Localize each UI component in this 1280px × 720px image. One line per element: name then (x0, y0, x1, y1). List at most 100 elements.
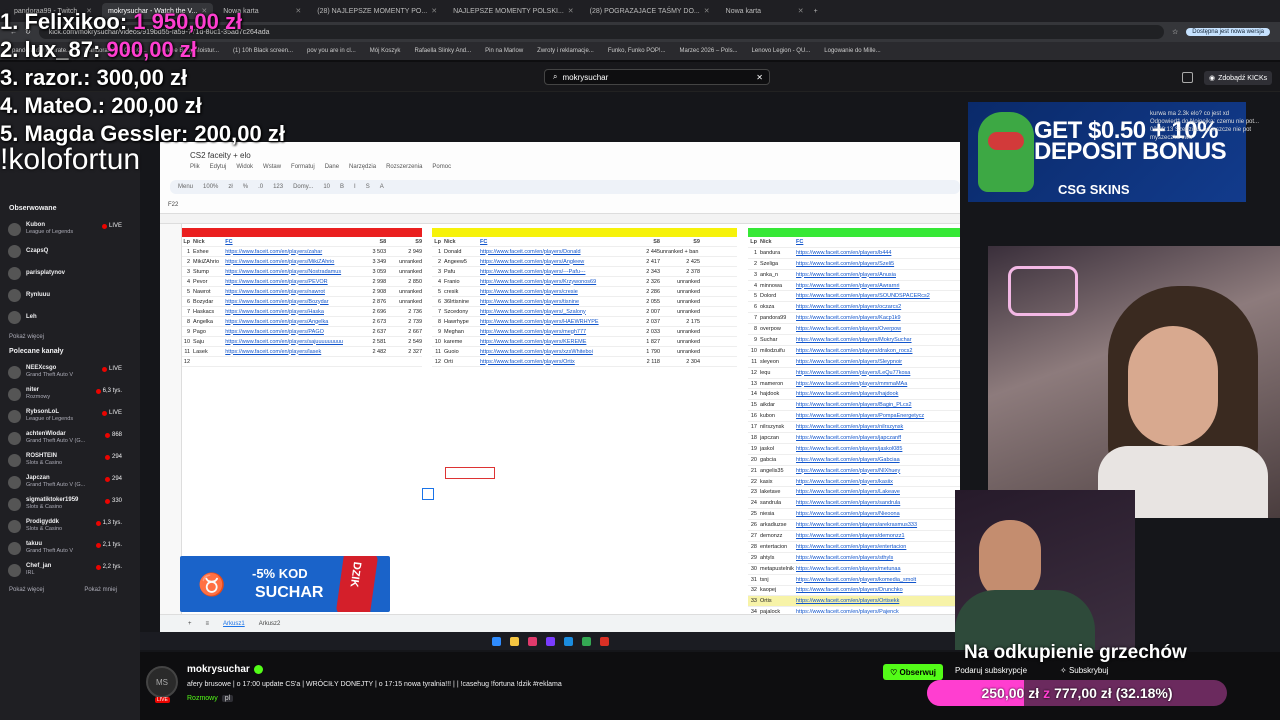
show-less-link[interactable]: Pokaż mniej (84, 587, 117, 593)
recommended-item[interactable]: Japczan Grand Theft Auto V (G... 294 (0, 471, 140, 493)
cell-link[interactable]: https://www.faceit.com/en/players/Anglee… (480, 259, 630, 265)
add-sheet-icon[interactable]: + (188, 621, 192, 627)
cell-link[interactable]: https://www.faceit.com/en/players/PEVOR (225, 279, 359, 285)
cell-link[interactable]: https://www.faceit.com/en/players/megh77… (480, 329, 630, 335)
cell-link[interactable]: https://www.faceit.com/en/players/Gabcia… (796, 457, 946, 463)
cell-link[interactable]: https://www.faceit.com/en/players/sandru… (796, 500, 946, 506)
cell-link[interactable]: https://www.faceit.com/en/players/nilrsz… (796, 424, 946, 430)
bookmark-item[interactable]: Marzec 2026 – Pols... (680, 48, 738, 54)
cell-link[interactable]: https://www.faceit.com/en/players/lasek (225, 349, 359, 355)
cell-link[interactable]: https://www.faceit.com/en/players/cresie (480, 289, 630, 295)
cell-link[interactable]: https://www.faceit.com/en/players/Awrarn… (796, 283, 946, 289)
cell-link[interactable]: https://www.faceit.com/en/players/komedi… (796, 577, 946, 583)
bookmark-item[interactable]: Lenovo Legion - QU... (752, 48, 811, 54)
toolbar-item[interactable]: Menu (178, 184, 193, 190)
cell-link[interactable]: https://www.faceit.com/en/players/entert… (796, 544, 946, 550)
kicks-button[interactable]: ◉ Zdobądź KICKs (1204, 71, 1273, 85)
following-item[interactable]: Rynluuu (0, 284, 140, 306)
cell-link[interactable]: https://www.faceit.com/en/players/SOUNDS… (796, 293, 946, 299)
cell-link[interactable]: https://www.faceit.com/en/players/kasiix (796, 479, 946, 485)
show-more-recommended-link[interactable]: Pokaż więcej (9, 587, 44, 593)
recommended-item[interactable]: niter Rozmowy 6,3 tys. (0, 383, 140, 405)
toolbar-item[interactable]: zł (228, 184, 232, 190)
cell-link[interactable]: https://www.faceit.com/en/players/NIXhue… (796, 468, 946, 474)
bookmark-item[interactable]: Mój Koszyk (370, 48, 401, 54)
update-badge[interactable]: Dostępna jest nowa wersja (1186, 28, 1270, 36)
grid-icon[interactable] (1182, 72, 1193, 83)
cell-link[interactable]: https://www.faceit.com/en/players/demonz… (796, 533, 946, 539)
cell-link[interactable]: https://www.faceit.com/en/players/Angelk… (225, 319, 359, 325)
bookmark-item[interactable]: pov you are in cl... (307, 48, 356, 54)
cell-link[interactable]: https://www.faceit.com/en/players/Nostra… (225, 269, 359, 275)
browser-tab[interactable]: (28) POGRAZAJACE TAŚMY DO... ✕ (584, 3, 716, 19)
cell-link[interactable]: https://www.faceit.com/en/players/Anusia (796, 272, 946, 278)
cell-link[interactable]: https://www.faceit.com/en/players/Donald (480, 249, 630, 255)
stream-category[interactable]: Rozmowy (187, 695, 218, 702)
close-icon[interactable]: ✕ (756, 73, 763, 82)
bookmark-item[interactable]: Funko, Funko POP!... (608, 48, 666, 54)
cell-link[interactable]: https://www.faceit.com/en/players/Ortix (480, 359, 630, 365)
recommended-item[interactable]: sigmatiktoker1959 Slots & Casino 330 (0, 493, 140, 515)
browser-tab[interactable]: NAJLEPSZE MOMENTY POLSKI... ✕ (447, 3, 580, 19)
menu-item[interactable]: Narzędzia (349, 164, 376, 170)
cell-link[interactable]: https://www.faceit.com/en/players/zahar (225, 249, 359, 255)
toolbar-item[interactable]: Domy... (293, 184, 313, 190)
cell-link[interactable]: https://www.faceit.com/en/players/Krzywo… (480, 279, 630, 285)
following-item[interactable]: Kubon League of Legends LIVE (0, 218, 140, 240)
new-tab-icon[interactable]: + (814, 8, 818, 15)
cell-link[interactable]: https://www.faceit.com/en/players/MokryS… (796, 337, 946, 343)
cell-link[interactable]: https://www.faceit.com/en/players/Bozyda… (225, 299, 359, 305)
close-icon[interactable]: ✕ (798, 7, 804, 15)
cell-link[interactable]: https://www.faceit.com/en/players/_Szalo… (480, 309, 630, 315)
bookmark-item[interactable]: Zwroty i reklamacje... (537, 48, 594, 54)
cell-link[interactable]: https://www.faceit.com/en/players/PAGO (225, 329, 359, 335)
star-icon[interactable]: ☆ (1172, 28, 1178, 36)
toolbar-item[interactable]: S (366, 184, 370, 190)
bookmark-item[interactable]: Rafaella Slinky And... (414, 48, 471, 54)
following-item[interactable]: Leh (0, 306, 140, 328)
cell-link[interactable]: https://www.faceit.com/en/players/Kacp1k… (796, 315, 946, 321)
cell-link[interactable]: https://www.faceit.com/en/players/arekra… (796, 522, 946, 528)
cell-link[interactable]: https://www.faceit.com/en/players/tisnin… (480, 299, 630, 305)
cell-link[interactable]: https://www.faceit.com/en/players/sthyls (796, 555, 946, 561)
channel-avatar[interactable]: MS (146, 666, 178, 698)
close-icon[interactable]: ✕ (568, 7, 574, 15)
gift-sub-button[interactable]: Podaruj subskrypcje (955, 666, 1027, 675)
cell-link[interactable]: https://www.faceit.com/en/players/sajuuu… (225, 339, 359, 345)
cell-link[interactable]: https://www.faceit.com/en/players/xzsWhi… (480, 349, 630, 355)
toolbar-item[interactable]: A (380, 184, 384, 190)
subscribe-button[interactable]: ✧ Subskrybuj (1060, 666, 1109, 675)
recommended-item[interactable]: Chef_jan IRL 2,2 tys. (0, 559, 140, 581)
cell-link[interactable]: https://www.faceit.com/en/players/nawrot (225, 289, 359, 295)
cell-link[interactable]: https://www.faceit.com/en/players/metuna… (796, 566, 946, 572)
close-icon[interactable]: ✕ (431, 7, 437, 15)
close-icon[interactable]: ✕ (704, 7, 710, 15)
search-input[interactable]: ⌕ mokrysuchar ✕ (544, 69, 770, 85)
cell-link[interactable]: https://www.faceit.com/en/players/hajdoo… (796, 391, 946, 397)
cell-link[interactable]: https://www.faceit.com/en/players/Drunch… (796, 587, 946, 593)
recommended-item[interactable]: takuu Grand Theft Auto V 2,1 tys. (0, 537, 140, 559)
menu-item[interactable]: Rozszerzenia (386, 164, 422, 170)
browser-tab[interactable]: Nowa karta ✕ (720, 3, 810, 19)
toolbar-item[interactable]: % (243, 184, 248, 190)
browser-tab[interactable]: (28) NAJLEPSZE MOMENTY PO... ✕ (311, 3, 443, 19)
toolbar-item[interactable]: 100% (203, 184, 218, 190)
menu-item[interactable]: Dane (325, 164, 339, 170)
follow-button[interactable]: ♡ Obserwuj (883, 664, 943, 680)
cell-link[interactable]: https://www.faceit.com/en/players/japcza… (796, 435, 946, 441)
toolbar-item[interactable]: I (354, 184, 356, 190)
cell-link[interactable]: https://www.faceit.com/en/players/oczarc… (796, 304, 946, 310)
cell-link[interactable]: https://www.faceit.com/en/players/PompaE… (796, 413, 946, 419)
sheet-tab-2[interactable]: Arkusz2 (259, 621, 281, 627)
cell-link[interactable]: https://www.faceit.com/en/players/mmmaMA… (796, 381, 946, 387)
recommended-item[interactable]: ROSHTEIN Slots & Casino 294 (0, 449, 140, 471)
menu-item[interactable]: Pomoc (432, 164, 451, 170)
cell-link[interactable]: https://www.faceit.com/en/players/Nieoon… (796, 511, 946, 517)
cell-link[interactable]: https://www.faceit.com/en/players/Ortise… (796, 598, 946, 604)
sheet-tab-1[interactable]: Arkusz1 (223, 621, 245, 627)
cell-link[interactable]: https://www.faceit.com/en/players/Overpo… (796, 326, 946, 332)
toolbar-item[interactable]: .0 (258, 184, 263, 190)
cell-link[interactable]: https://www.faceit.com/en/players/Szeli5 (796, 261, 946, 267)
bookmark-item[interactable]: Logowanie do Mille... (824, 48, 880, 54)
toolbar-item[interactable]: B (340, 184, 344, 190)
